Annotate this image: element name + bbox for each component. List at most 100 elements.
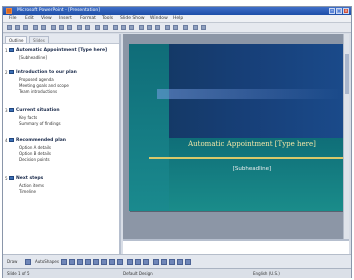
outline-slide-4[interactable]: 4 Recommended plan Option A details Opti… xyxy=(5,138,117,174)
line-color-icon[interactable] xyxy=(135,259,141,265)
menu-edit[interactable]: Edit xyxy=(25,16,34,22)
arrow-style-icon[interactable] xyxy=(169,259,175,265)
slide-icon xyxy=(9,108,14,112)
italic-icon[interactable] xyxy=(121,25,126,30)
slide-title-placeholder[interactable]: Automatic Appointment [Type here] xyxy=(177,140,327,148)
menu-file[interactable]: File xyxy=(9,16,17,22)
outline-bullet: Option B details xyxy=(19,151,51,156)
outline-slide-3[interactable]: 3 Current situation Key facts Summary of… xyxy=(5,108,117,136)
language-status: English (U.S.) xyxy=(253,271,280,276)
redo-icon[interactable] xyxy=(85,25,90,30)
tab-outline[interactable]: Outline xyxy=(5,36,28,43)
outline-tabs: Outline Slides xyxy=(3,34,119,44)
slide-decorative-stripe xyxy=(129,44,169,211)
slide-subtitle-placeholder[interactable]: [Subheadline] xyxy=(177,166,327,172)
clip-art-icon[interactable] xyxy=(109,259,115,265)
text-color-icon[interactable] xyxy=(143,259,149,265)
menu-window[interactable]: Window xyxy=(150,16,168,22)
dash-style-icon[interactable] xyxy=(161,259,167,265)
rectangle-tool-icon[interactable] xyxy=(77,259,83,265)
cut-icon[interactable] xyxy=(51,25,56,30)
wordart-icon[interactable] xyxy=(101,259,107,265)
insert-chart-icon[interactable] xyxy=(95,25,100,30)
outline-slide-2[interactable]: 2 Introduction to our plan Proposed agen… xyxy=(5,70,117,106)
outline-bullet: Meeting goals and scope xyxy=(19,83,69,88)
outline-slide-5[interactable]: 5 Next steps Action items Timeline xyxy=(5,176,117,204)
print-icon[interactable] xyxy=(33,25,38,30)
scroll-thumb[interactable] xyxy=(345,54,349,94)
menu-format[interactable]: Format xyxy=(80,16,96,22)
bold-icon[interactable] xyxy=(113,25,118,30)
menu-tools[interactable]: Tools xyxy=(102,16,113,22)
menu-insert[interactable]: Insert xyxy=(59,16,72,22)
oval-tool-icon[interactable] xyxy=(85,259,91,265)
align-left-icon[interactable] xyxy=(139,25,144,30)
line-style-icon[interactable] xyxy=(153,259,159,265)
menu-slide-show[interactable]: Slide Show xyxy=(120,16,145,22)
save-icon[interactable] xyxy=(23,25,28,30)
outline-bullet: Team introductions xyxy=(19,89,58,94)
numbering-icon[interactable] xyxy=(173,25,178,30)
slide-number: 1 xyxy=(5,48,8,53)
powerpoint-app-icon xyxy=(6,8,12,14)
new-slide-icon[interactable] xyxy=(201,25,206,30)
underline-icon[interactable] xyxy=(129,25,134,30)
tab-slides[interactable]: Slides xyxy=(29,36,49,43)
maximize-button[interactable]: □ xyxy=(336,8,342,14)
outline-slide-title: Automatic Appointment [Type here] xyxy=(16,48,108,53)
draw-menu-button[interactable]: Draw xyxy=(7,259,17,264)
slide-icon xyxy=(9,70,14,74)
3d-style-icon[interactable] xyxy=(185,259,191,265)
outline-slide-title: Next steps xyxy=(16,176,44,181)
outline-bullet: Action items xyxy=(19,183,44,188)
undo-icon[interactable] xyxy=(77,25,82,30)
slide-accent-line xyxy=(149,157,343,159)
slide-decorative-band xyxy=(157,89,343,99)
align-center-icon[interactable] xyxy=(147,25,152,30)
minimize-button[interactable]: – xyxy=(329,8,335,14)
line-tool-icon[interactable] xyxy=(61,259,67,265)
outline-bullet: Decision points xyxy=(19,157,50,162)
outline-bullet: Proposed agenda xyxy=(19,77,54,82)
notes-pane[interactable] xyxy=(123,239,349,254)
slide-number: 5 xyxy=(5,176,8,181)
insert-picture-icon[interactable] xyxy=(117,259,123,265)
slide-number: 3 xyxy=(5,108,8,113)
outline-slide-1[interactable]: 1 Automatic Appointment [Type here] [Sub… xyxy=(5,48,117,68)
paste-icon[interactable] xyxy=(67,25,72,30)
bullets-icon[interactable] xyxy=(165,25,170,30)
slide-icon xyxy=(9,138,14,142)
outline-slide-title: Current situation xyxy=(16,108,60,113)
slide-editor: Automatic Appointment [Type here] [Subhe… xyxy=(123,34,349,239)
shadow-style-icon[interactable] xyxy=(177,259,183,265)
menu-help[interactable]: Help xyxy=(173,16,183,22)
select-pointer-icon[interactable] xyxy=(25,259,31,265)
copy-icon[interactable] xyxy=(59,25,64,30)
autoshapes-menu-button[interactable]: AutoShapes xyxy=(35,259,59,264)
outline-slide-title: Recommended plan xyxy=(16,138,66,143)
fill-color-icon[interactable] xyxy=(127,259,133,265)
outline-bullet: [Subheadline] xyxy=(19,55,47,60)
arrow-tool-icon[interactable] xyxy=(69,259,75,265)
open-icon[interactable] xyxy=(15,25,20,30)
outline-bullet: Option A details xyxy=(19,145,51,150)
standard-toolbar xyxy=(3,23,351,33)
slide-icon xyxy=(9,176,14,180)
align-right-icon[interactable] xyxy=(155,25,160,30)
slide-number: 2 xyxy=(5,70,8,75)
preview-icon[interactable] xyxy=(41,25,46,30)
new-icon[interactable] xyxy=(7,25,12,30)
status-bar: Slide 1 of 5 Default Design English (U.S… xyxy=(3,268,351,278)
slide-icon xyxy=(9,48,14,52)
font-color-icon[interactable] xyxy=(183,25,188,30)
insert-table-icon[interactable] xyxy=(103,25,108,30)
slide-canvas[interactable]: Automatic Appointment [Type here] [Subhe… xyxy=(129,44,343,211)
vertical-scrollbar[interactable] xyxy=(343,34,349,239)
close-button[interactable]: × xyxy=(343,8,349,14)
title-bar[interactable]: Microsoft PowerPoint - [Presentation] – … xyxy=(3,7,351,15)
outline-bullet: Timeline xyxy=(19,189,37,194)
design-name-status: Default Design xyxy=(123,271,153,276)
design-icon[interactable] xyxy=(193,25,198,30)
textbox-tool-icon[interactable] xyxy=(93,259,99,265)
menu-view[interactable]: View xyxy=(41,16,52,22)
